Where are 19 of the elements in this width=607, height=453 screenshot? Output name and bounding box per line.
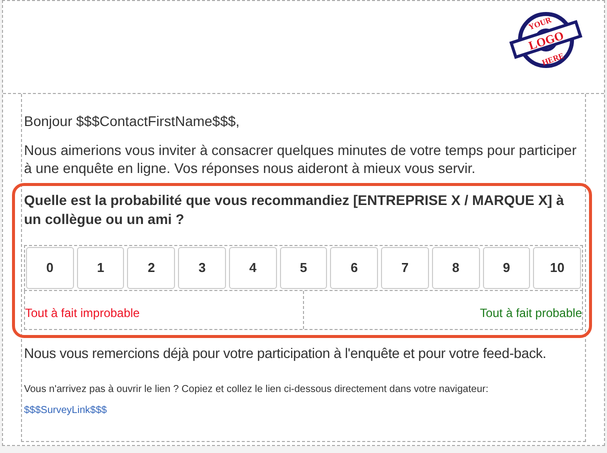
high-label: Tout à fait probable	[480, 306, 582, 320]
survey-link[interactable]: $$$SurveyLink$$$	[24, 403, 107, 418]
scale-button[interactable]: 2	[127, 247, 176, 289]
low-label: Tout à fait improbable	[25, 306, 140, 320]
scale-button[interactable]: 4	[228, 247, 277, 289]
scale-button[interactable]: 10	[533, 247, 582, 289]
scale-button[interactable]: 5	[280, 247, 328, 289]
question-text: Quelle est la probabilité que vous recommandiez [ENTREPRISE X / MARQUE X] à un collègue ou un ami ?	[24, 191, 565, 229]
scale-button[interactable]: 0	[26, 247, 74, 289]
scale-button[interactable]: 7	[381, 247, 429, 289]
scale-button[interactable]: 1	[76, 247, 124, 289]
greeting-text: Bonjour $$$ContactFirstName$$$,	[24, 112, 241, 130]
scale-button[interactable]: 9	[482, 247, 530, 289]
scale-button[interactable]: 6	[330, 247, 378, 289]
scale-button[interactable]: 3	[178, 247, 226, 289]
thanks-text: Nous vous remercions déjà pour votre participation à l'enquête et pour votre feed-back.	[24, 344, 548, 362]
scale-button[interactable]: 8	[432, 247, 480, 289]
link-hint-text: Vous n'arrivez pas à ouvrir le lien ? Copiez et collez le lien ci-dessous directement dans votre navigateur:	[24, 383, 490, 397]
intro-paragraph: Nous aimerions vous inviter à consacrer quelques minutes de votre temps pour participer à une enquête en ligne. Vos réponses nous aideront à mieux vous servir.	[24, 141, 578, 177]
